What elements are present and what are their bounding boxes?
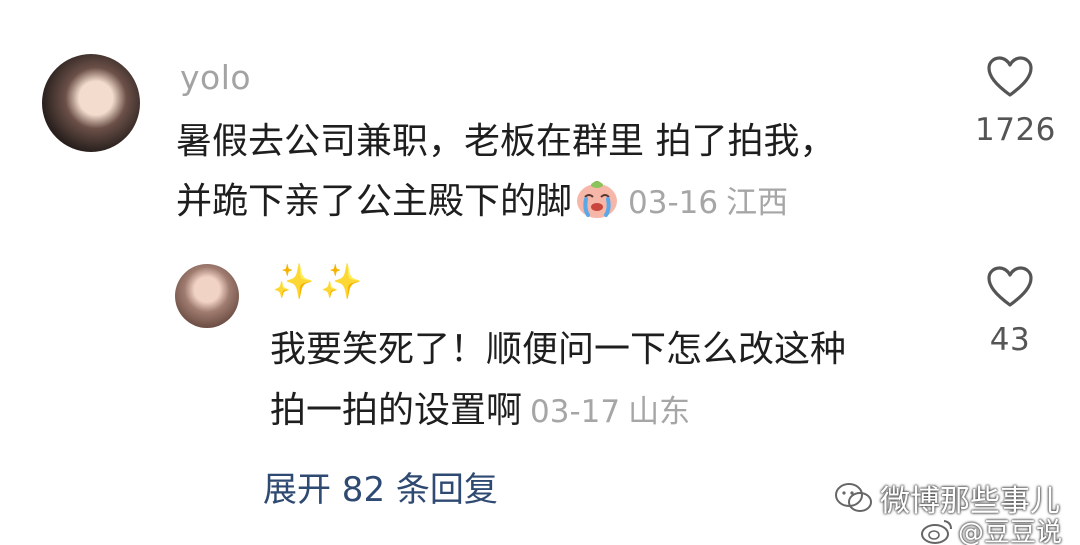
reply-location: 山东 <box>628 394 691 430</box>
like-count: 43 <box>989 322 1031 358</box>
comment-text-line: 暑假去公司兼职，老板在群里 拍了拍我， <box>176 121 836 162</box>
weibo-account-name: @豆豆说 <box>957 518 1062 545</box>
reply-date: 03-17 <box>530 394 621 430</box>
reply-text-line: 我要笑死了！顺便问一下怎么改这种 <box>270 329 847 370</box>
avatar[interactable] <box>175 264 239 328</box>
expand-replies-link[interactable]: 展开 82 条回复 <box>263 462 498 511</box>
comment-location: 江西 <box>726 185 789 221</box>
like-button[interactable]: 1726 <box>975 56 1056 148</box>
reply-text-line: 拍一拍的设置啊 03-17 山东 <box>270 380 690 443</box>
comment-date: 03-16 <box>628 185 719 221</box>
reply-text: 拍一拍的设置啊 <box>270 390 523 431</box>
reply-username[interactable]: ✨✨ <box>272 262 369 302</box>
heart-icon[interactable] <box>987 56 1033 98</box>
heart-icon[interactable] <box>987 266 1033 308</box>
like-button[interactable]: 43 <box>975 266 1045 358</box>
weibo-icon <box>920 519 952 544</box>
comment-text: 并跪下亲了公主殿下的脚 <box>176 181 573 222</box>
avatar[interactable] <box>42 54 140 152</box>
comment-username[interactable]: yolo <box>180 58 251 97</box>
wechat-icon <box>835 483 872 512</box>
like-count: 1726 <box>975 112 1056 148</box>
comment-thread: yolo 暑假去公司兼职，老板在群里 拍了拍我， 并跪下亲了公主殿下的脚 03-… <box>0 0 1080 545</box>
comment-text-line: 并跪下亲了公主殿下的脚 03-16 江西 <box>176 171 788 234</box>
crying-face-emoji-icon <box>577 181 618 218</box>
weibo-watermark: @豆豆说 <box>920 512 1062 545</box>
